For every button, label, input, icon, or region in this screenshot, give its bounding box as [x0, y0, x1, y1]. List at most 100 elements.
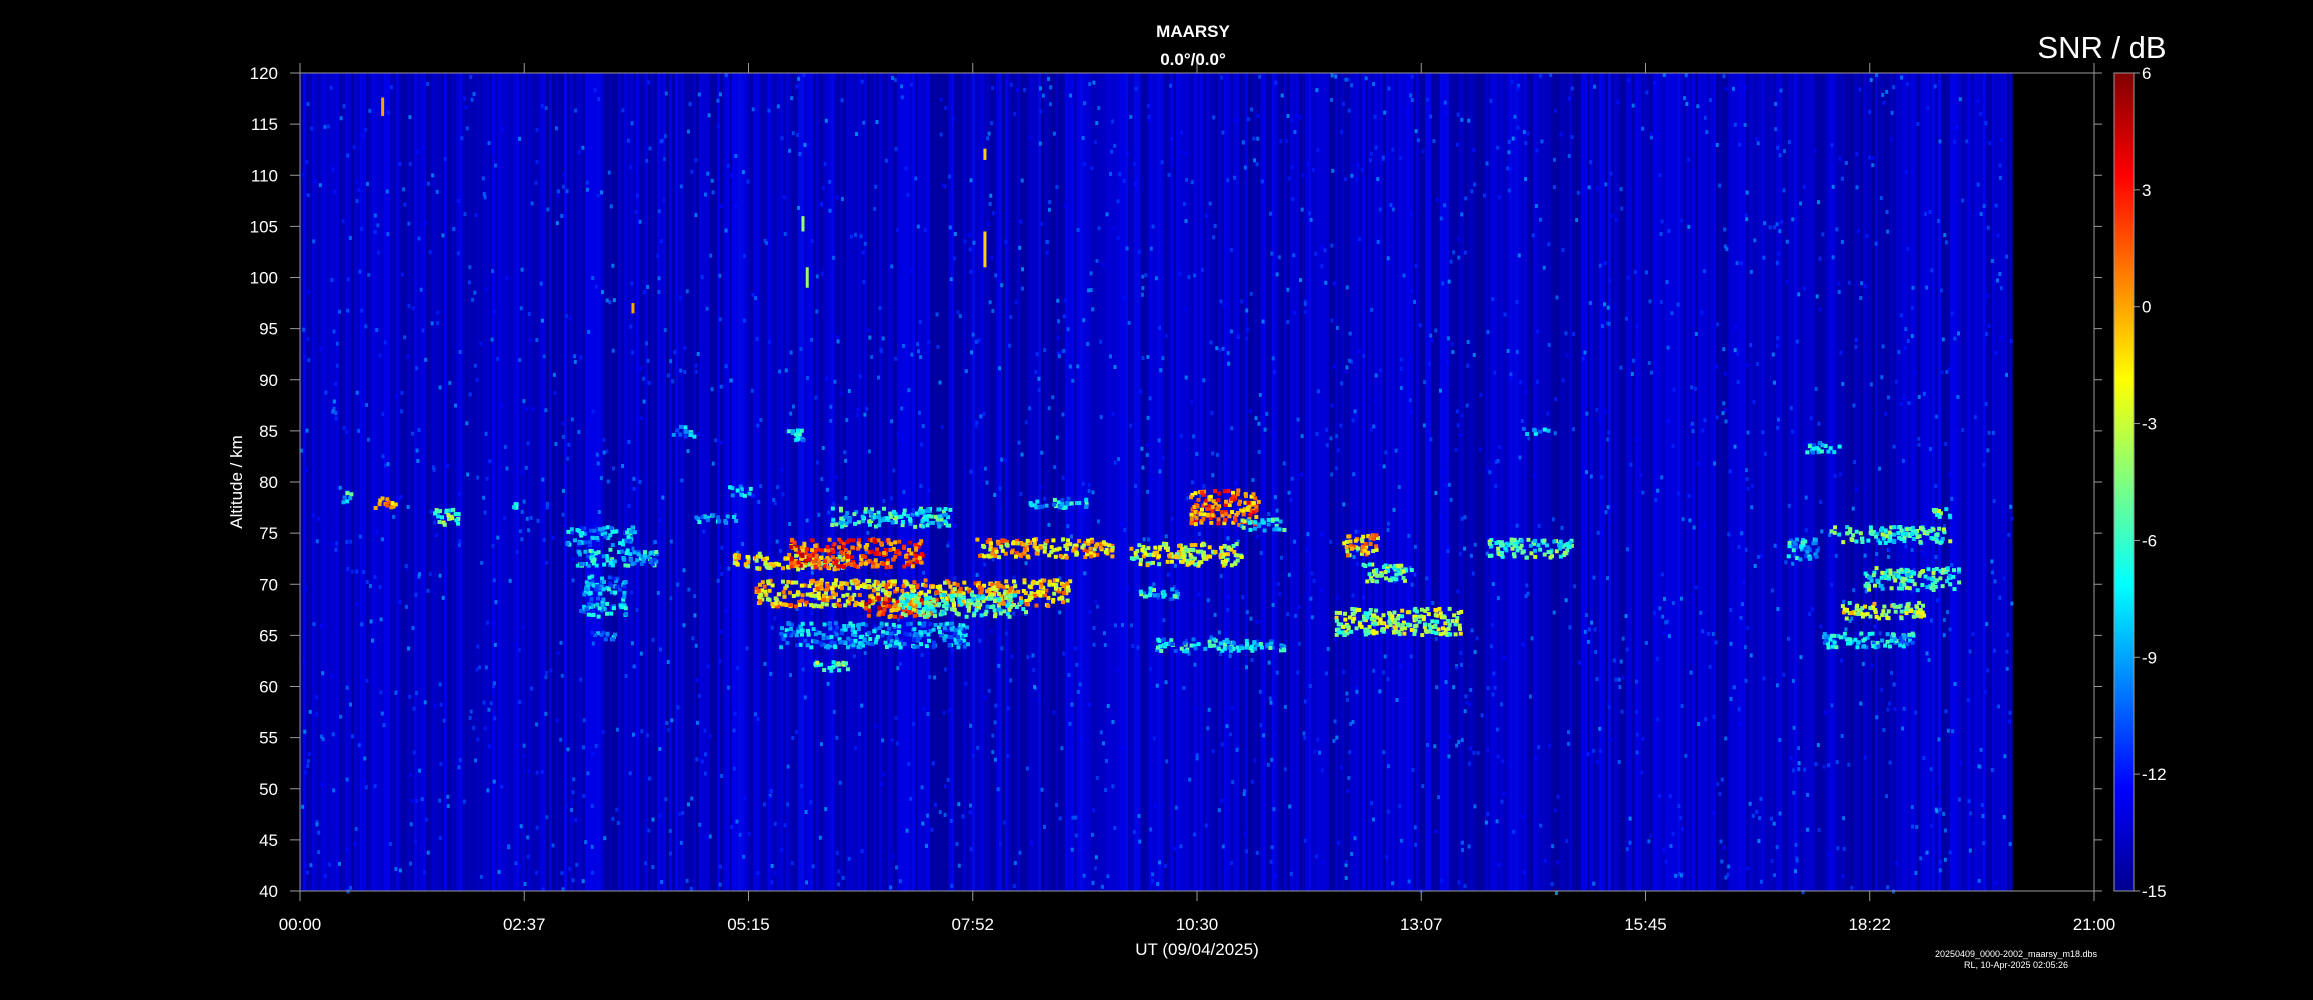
- snr-heatmap-chart: MAARSY 0.0°/0.0° 00:00 02:37 05:15 07:52 10:…: [0, 0, 2313, 1000]
- echo-cell: [907, 517, 912, 522]
- noise-speckle: [1255, 850, 1259, 855]
- noise-speckle: [994, 703, 998, 708]
- noise-speckle: [1925, 285, 1929, 290]
- noise-speckle: [1362, 595, 1366, 600]
- noise-speckle: [983, 562, 987, 567]
- noise-speckle: [1977, 878, 1981, 883]
- noise-speckle: [659, 239, 663, 244]
- echo-cell: [863, 561, 868, 566]
- noise-speckle: [1712, 810, 1716, 815]
- noise-speckle: [1910, 334, 1914, 339]
- noise-speckle: [1690, 385, 1694, 390]
- noise-speckle: [1827, 763, 1831, 768]
- noise-column: [1098, 73, 1101, 891]
- echo-cell: [683, 434, 688, 439]
- noise-speckle: [432, 467, 436, 472]
- noise-column: [396, 73, 399, 891]
- noise-speckle: [1507, 139, 1511, 144]
- echo-cell: [630, 525, 635, 530]
- noise-column: [771, 73, 774, 891]
- noise-speckle: [1746, 487, 1750, 492]
- echo-cell: [948, 635, 953, 640]
- noise-speckle: [658, 813, 662, 818]
- echo-cell: [796, 560, 801, 565]
- noise-speckle: [397, 496, 401, 501]
- echo-cell: [806, 628, 811, 633]
- noise-speckle: [1012, 575, 1016, 580]
- noise-column: [528, 73, 531, 891]
- noise-speckle: [1917, 394, 1921, 399]
- noise-column: [915, 73, 918, 891]
- noise-speckle: [1442, 470, 1446, 475]
- noise-speckle: [1496, 596, 1500, 601]
- noise-speckle: [1173, 846, 1177, 851]
- noise-speckle: [656, 253, 660, 258]
- noise-speckle: [1521, 814, 1525, 819]
- noise-column: [1602, 73, 1605, 891]
- noise-speckle: [1959, 760, 1963, 765]
- echo-cell: [891, 557, 896, 562]
- noise-speckle: [1095, 121, 1099, 126]
- noise-speckle: [1335, 466, 1339, 471]
- noise-speckle: [408, 694, 412, 699]
- echo-cell: [936, 603, 941, 608]
- echo-cell: [623, 606, 628, 611]
- noise-speckle: [556, 194, 560, 199]
- noise-column: [1134, 73, 1137, 891]
- noise-speckle: [890, 264, 894, 269]
- echo-cell: [586, 581, 591, 586]
- noise-speckle: [1742, 579, 1746, 584]
- echo-cell: [806, 632, 811, 637]
- noise-speckle: [1335, 735, 1339, 740]
- noise-speckle: [1160, 160, 1164, 165]
- noise-speckle: [639, 416, 643, 421]
- noise-speckle: [1099, 415, 1103, 420]
- noise-speckle: [560, 871, 564, 876]
- noise-speckle: [1597, 417, 1601, 422]
- noise-speckle: [375, 529, 379, 534]
- noise-speckle: [727, 685, 731, 690]
- echo-cell: [929, 514, 934, 519]
- noise-column: [1062, 73, 1065, 891]
- echo-cell: [596, 614, 601, 619]
- noise-column: [1179, 73, 1182, 891]
- noise-speckle: [1727, 532, 1731, 537]
- noise-speckle: [1047, 406, 1051, 411]
- noise-speckle: [1229, 732, 1233, 737]
- noise-speckle: [1778, 153, 1782, 158]
- noise-speckle: [894, 356, 898, 361]
- noise-speckle: [409, 773, 413, 778]
- noise-speckle: [645, 158, 649, 163]
- noise-speckle: [982, 411, 986, 416]
- noise-speckle: [373, 784, 377, 789]
- noise-column: [1383, 73, 1386, 891]
- noise-speckle: [708, 734, 712, 739]
- echo-cell: [919, 560, 924, 565]
- noise-speckle: [574, 818, 578, 823]
- noise-column: [1008, 73, 1011, 891]
- echo-cell: [888, 597, 893, 602]
- noise-speckle: [1147, 537, 1151, 542]
- noise-speckle: [666, 660, 670, 665]
- noise-speckle: [1680, 873, 1684, 878]
- noise-speckle: [1409, 654, 1413, 659]
- noise-column: [1308, 73, 1311, 891]
- noise-column: [1605, 73, 1608, 891]
- noise-speckle: [334, 411, 338, 416]
- echo-cell: [609, 611, 614, 616]
- noise-speckle: [1245, 336, 1249, 341]
- noise-speckle: [791, 131, 795, 136]
- noise-speckle: [581, 745, 585, 750]
- echo-cell: [806, 557, 811, 562]
- noise-speckle: [1776, 417, 1780, 422]
- noise-speckle: [304, 468, 308, 473]
- noise-speckle: [1719, 839, 1723, 844]
- noise-column: [1365, 73, 1368, 891]
- noise-speckle: [1684, 753, 1688, 758]
- noise-speckle: [1094, 599, 1098, 604]
- noise-speckle: [1030, 840, 1034, 845]
- echo-cell: [622, 590, 627, 595]
- noise-column: [1215, 73, 1218, 891]
- echo-cell: [611, 576, 616, 581]
- echo-cell: [739, 492, 744, 497]
